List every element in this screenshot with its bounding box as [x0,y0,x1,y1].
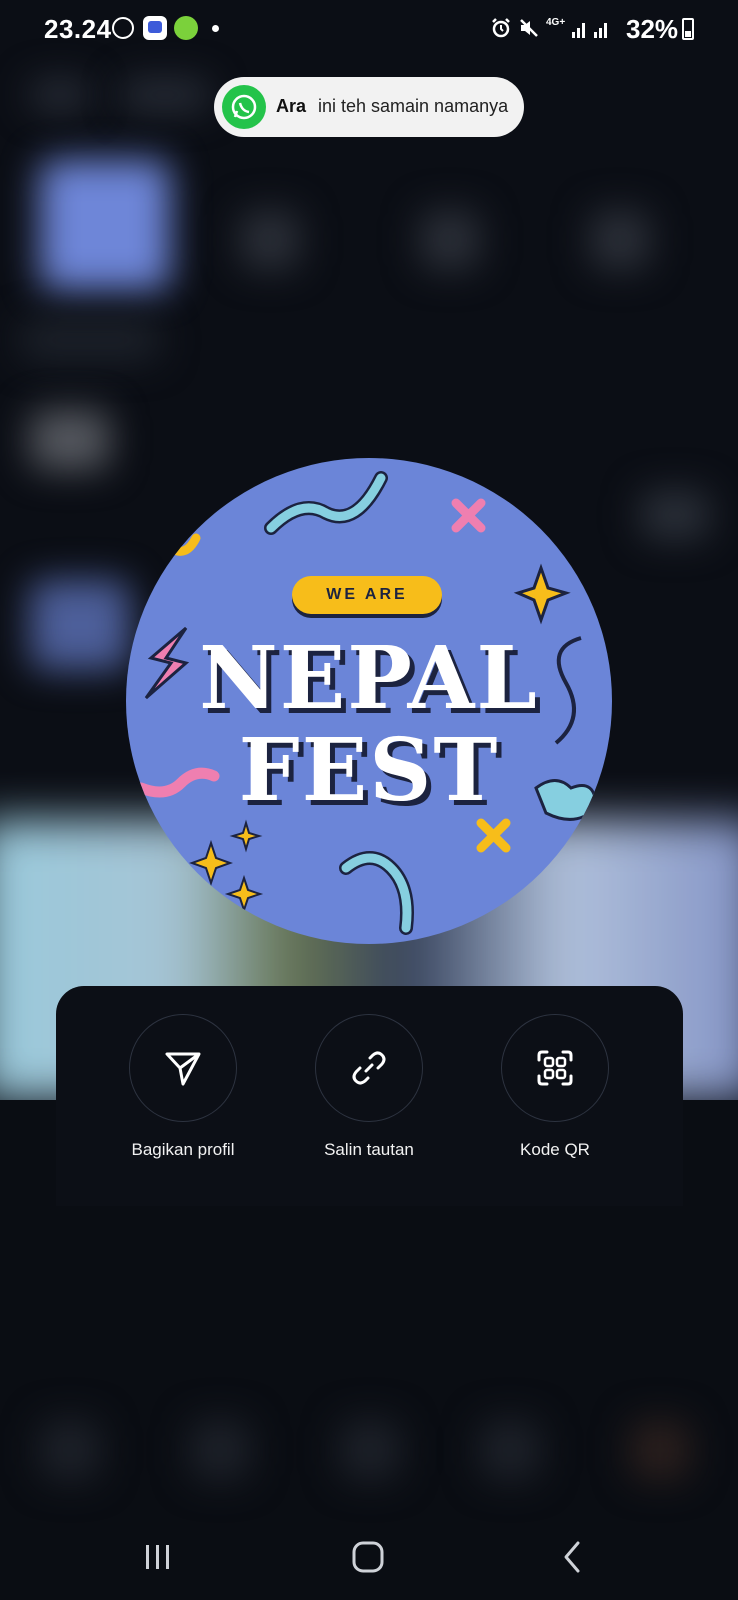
battery-percentage: 32% [626,14,679,44]
notification-sender: Ara [276,96,307,116]
copy-link-circle[interactable] [315,1014,423,1122]
share-profile-label: Bagikan profil [131,1140,235,1159]
title-line-2: FEST [238,720,500,821]
qr-code-icon [537,1050,573,1086]
battery-icon [682,18,694,40]
whatsapp-status-icon [112,17,134,39]
status-time: 23.24 [44,14,112,44]
signal-icon [572,23,607,38]
back-button[interactable] [542,1532,602,1582]
notification-message: ini teh samain namanya [318,96,509,116]
qr-code-label: Kode QR [520,1140,590,1159]
qr-code-button[interactable]: Kode QR [480,1014,630,1160]
alarm-icon [492,18,510,38]
profile-picture: WE ARE NEPAL FEST [126,458,612,944]
status-bar: 23.24 4G+ 32% [0,0,738,58]
emoji-status-icon [174,16,198,40]
title-line-1: NEPAL [199,628,539,729]
we-are-badge: WE ARE [292,576,442,614]
copy-link-button[interactable]: Salin tautan [294,1014,444,1160]
back-icon [564,1541,580,1573]
badge-text: WE ARE [326,586,408,603]
notification-pill[interactable]: Ara ini teh samain namanya [214,77,524,137]
home-icon [352,1541,384,1573]
copy-link-label: Salin tautan [324,1140,414,1159]
recent-apps-button[interactable] [128,1532,188,1582]
mute-icon [520,19,538,37]
send-icon [165,1052,201,1086]
navigation-bar [0,1522,738,1600]
share-profile-circle[interactable] [129,1014,237,1122]
more-notifications-dot [212,25,219,32]
home-button[interactable] [338,1532,398,1582]
share-profile-button[interactable]: Bagikan profil [108,1014,258,1160]
share-sheet: Bagikan profil Salin tautan Kode QR [56,986,683,1206]
app-status-icon [143,16,167,40]
whatsapp-icon [222,85,266,129]
recent-apps-icon [146,1545,169,1569]
network-type: 4G+ [546,17,566,28]
link-icon [352,1051,386,1085]
qr-code-circle[interactable] [501,1014,609,1122]
